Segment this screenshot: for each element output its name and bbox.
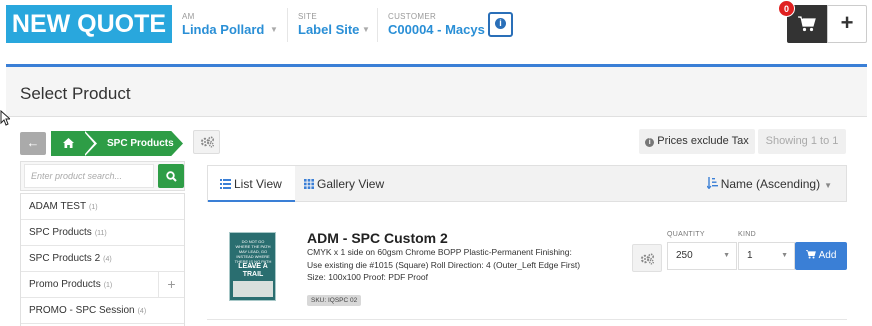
top-header: NEW QUOTE AM Linda Pollard ▼ SITE Label …: [0, 0, 872, 48]
product-row: DO NOT GO WHERE THE PATH MAY LEAD, GO IN…: [207, 216, 847, 320]
category-item[interactable]: SPC Products (11): [21, 220, 184, 246]
prices-tax-note: i Prices exclude Tax: [639, 129, 755, 154]
category-name: SPC Products: [29, 227, 92, 238]
tab-list-label: List View: [234, 177, 282, 191]
site-value[interactable]: Label Site: [298, 22, 359, 37]
settings-button[interactable]: [193, 130, 220, 154]
am-label: AM: [182, 12, 195, 21]
am-selector[interactable]: AM Linda Pollard ▼: [182, 8, 288, 42]
list-icon: [220, 179, 231, 189]
cart-icon: [805, 250, 816, 259]
mouse-cursor-icon: [0, 110, 10, 126]
breadcrumb-current[interactable]: SPC Products: [85, 131, 183, 156]
site-label: SITE: [298, 12, 317, 21]
chevron-down-icon: ▼: [824, 181, 832, 190]
breadcrumb-home[interactable]: [51, 131, 85, 156]
gears-icon: [200, 136, 215, 148]
thumbnail-footer: [233, 281, 273, 297]
search-input[interactable]: [24, 164, 154, 188]
product-options-button[interactable]: [632, 244, 662, 272]
quantity-label: QUANTITY: [667, 231, 705, 238]
product-thumbnail[interactable]: DO NOT GO WHERE THE PATH MAY LEAD, GO IN…: [229, 232, 276, 301]
back-button[interactable]: ←: [20, 132, 46, 155]
search-icon: [166, 171, 177, 182]
add-to-cart-button[interactable]: Add: [795, 242, 847, 270]
sku-badge: SKU: IQSPC 02: [307, 295, 362, 306]
category-count: (4): [137, 308, 147, 315]
view-tabs-bar: List View Gallery View Name (Ascending) ▼: [207, 165, 847, 202]
category-name: PROMO - SPC Session: [29, 305, 135, 316]
am-value[interactable]: Linda Pollard: [182, 22, 264, 37]
chevron-down-icon[interactable]: ▼: [362, 25, 370, 34]
category-item[interactable]: PROMO - SPC Session (4): [21, 298, 184, 324]
kind-value: 1: [747, 250, 753, 261]
chevron-down-icon: ▼: [781, 252, 788, 259]
category-item[interactable]: SPC Products 2 (4): [21, 246, 184, 272]
customer-selector[interactable]: CUSTOMER C00004 - Macys: [388, 8, 485, 42]
sort-icon: [706, 177, 718, 189]
kind-select[interactable]: 1 ▼: [738, 242, 795, 270]
customer-value[interactable]: C00004 - Macys: [388, 22, 485, 37]
cart-icon: [798, 16, 816, 32]
add-label: Add: [818, 250, 837, 261]
category-count: (4): [103, 256, 112, 263]
category-count: (1): [89, 204, 98, 211]
tab-list-view[interactable]: List View: [208, 166, 295, 202]
sort-selector[interactable]: Name (Ascending) ▼: [706, 166, 832, 202]
product-name[interactable]: ADM - SPC Custom 2: [307, 230, 448, 246]
quantity-select[interactable]: 250 ▼: [667, 242, 737, 270]
site-selector[interactable]: SITE Label Site ▼: [298, 8, 378, 42]
tab-gallery-label: Gallery View: [317, 177, 385, 191]
category-name: Promo Products: [29, 279, 101, 290]
arrow-left-icon: ←: [26, 135, 40, 150]
search-button[interactable]: [158, 164, 184, 188]
prices-tax-text: Prices exclude Tax: [657, 135, 749, 147]
category-list: ADAM TEST (1) SPC Products (11) SPC Produc…: [20, 193, 185, 326]
sort-label: Name (Ascending): [720, 177, 821, 191]
category-name: SPC Products 2: [29, 253, 101, 264]
add-new-button[interactable]: +: [827, 5, 867, 43]
info-icon: i: [495, 18, 506, 29]
customer-info-button[interactable]: i: [488, 12, 513, 37]
grid-icon: [304, 179, 314, 189]
thumbnail-headline: LEAVE A TRAIL: [238, 263, 268, 278]
home-icon: [63, 138, 74, 148]
info-icon: i: [645, 138, 655, 147]
showing-count: Showing 1 to 1: [758, 129, 846, 154]
category-item[interactable]: ADAM TEST (1): [21, 194, 184, 220]
category-item[interactable]: Promo Products (1) +: [21, 272, 184, 298]
quantity-value: 250: [676, 250, 693, 261]
customer-label: CUSTOMER: [388, 12, 437, 21]
page-title-bar: Select Product: [6, 67, 867, 117]
new-quote-title: NEW QUOTE: [6, 5, 172, 43]
product-search: [20, 161, 185, 191]
category-count: (11): [94, 230, 107, 237]
chevron-down-icon: ▼: [723, 252, 730, 259]
gears-icon: [640, 253, 655, 265]
chevron-down-icon[interactable]: ▼: [270, 25, 278, 34]
category-count: (1): [103, 282, 113, 289]
cart-count-badge: 0: [778, 0, 795, 17]
page-title: Select Product: [20, 84, 131, 103]
category-name: ADAM TEST: [29, 201, 87, 212]
expand-category-button[interactable]: +: [158, 272, 184, 297]
kind-label: KIND: [738, 231, 756, 238]
tab-gallery-view[interactable]: Gallery View: [304, 166, 384, 202]
product-description: CMYK x 1 side on 60gsm Chrome BOPP Plast…: [307, 247, 581, 282]
